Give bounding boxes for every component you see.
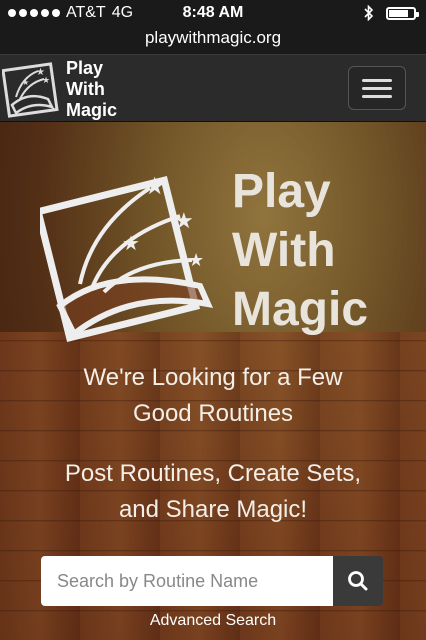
tagline-share-line-2: and Share Magic! xyxy=(118,496,308,523)
tagline-share: Post Routines, Create Sets, and Share Ma… xyxy=(0,456,426,528)
hamburger-icon xyxy=(362,79,392,82)
svg-text:★: ★ xyxy=(174,209,194,234)
bluetooth-icon xyxy=(364,5,374,21)
brand-line-3: Magic xyxy=(66,100,118,120)
status-bar: AT&T 4G 8:48 AM xyxy=(0,0,426,26)
hamburger-icon-bar xyxy=(362,95,392,98)
tagline-share-line-1: Post Routines, Create Sets, xyxy=(64,460,362,487)
hero-logo-icon: ★ ★ ★ ★ xyxy=(40,172,214,343)
tagline-routines: We're Looking for a Few Good Routines xyxy=(0,360,426,432)
brand-name: Play With Magic xyxy=(66,58,117,121)
search-form xyxy=(41,556,383,606)
search-input[interactable] xyxy=(41,556,333,606)
menu-toggle-button[interactable] xyxy=(348,66,406,110)
brand-line-2: With xyxy=(66,79,105,99)
status-right xyxy=(364,5,419,21)
status-time: 8:48 AM xyxy=(182,4,244,21)
search-button[interactable] xyxy=(333,556,383,606)
logo-icon: ★ ★ ★ xyxy=(2,61,59,118)
battery-icon xyxy=(386,6,419,20)
tagline-routines-line-2: Good Routines xyxy=(132,400,294,427)
svg-text:★: ★ xyxy=(144,172,166,200)
svg-text:★: ★ xyxy=(22,78,29,87)
brand-line-1: Play xyxy=(66,58,104,78)
navbar: ★ ★ ★ Play With Magic xyxy=(0,54,426,122)
hero-title-line-2: With xyxy=(232,224,336,277)
brand-link[interactable]: ★ ★ ★ Play With Magic xyxy=(2,58,117,121)
hero-title-line-3: Magic xyxy=(232,283,369,336)
hero-title: Play With Magic xyxy=(232,162,368,339)
advanced-search-link[interactable]: Advanced Search xyxy=(0,612,426,630)
hamburger-icon-bar xyxy=(362,87,392,90)
search-icon xyxy=(348,571,368,591)
hero-title-line-1: Play xyxy=(232,165,331,218)
svg-text:★: ★ xyxy=(188,250,204,271)
svg-text:★: ★ xyxy=(42,76,50,86)
svg-text:★: ★ xyxy=(122,231,140,255)
url-bar[interactable]: playwithmagic.org xyxy=(0,26,426,54)
hero-section: ★ ★ ★ ★ Play With Magic We're Looking fo… xyxy=(0,122,426,640)
tagline-routines-line-1: We're Looking for a Few xyxy=(83,364,343,391)
